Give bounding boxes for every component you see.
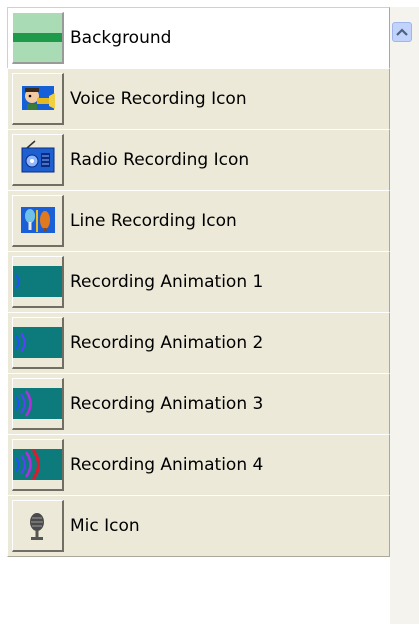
voice-recording-icon	[12, 73, 64, 125]
list-item-label: Line Recording Icon	[70, 211, 237, 231]
scroll-up-button[interactable]	[392, 22, 412, 42]
list-item-recording-animation-3[interactable]: Recording Animation 3	[7, 373, 390, 435]
list-item-recording-animation-4[interactable]: Recording Animation 4	[7, 434, 390, 496]
recording-animation-3-icon	[12, 378, 64, 430]
radio-recording-icon	[12, 134, 64, 186]
vertical-scrollbar[interactable]	[390, 7, 419, 624]
mic-icon	[12, 500, 64, 552]
list-item-label: Recording Animation 1	[70, 272, 264, 292]
list-item-recording-animation-1[interactable]: Recording Animation 1	[7, 251, 390, 313]
list-item-label: Recording Animation 4	[70, 455, 264, 475]
list-item-radio-recording-icon[interactable]: Radio Recording Icon	[7, 129, 390, 191]
line-recording-icon	[12, 195, 64, 247]
list-item-label: Recording Animation 2	[70, 333, 264, 353]
background-swatch-icon	[12, 12, 64, 64]
list-item-label: Background	[70, 28, 172, 48]
list-item-line-recording-icon[interactable]: Line Recording Icon	[7, 190, 390, 252]
list-item-label: Mic Icon	[70, 516, 140, 536]
list-item-label: Voice Recording Icon	[70, 89, 247, 109]
list-item-label: Radio Recording Icon	[70, 150, 250, 170]
recording-animation-4-icon	[12, 439, 64, 491]
list-item-background[interactable]: Background	[7, 7, 390, 69]
list-item-label: Recording Animation 3	[70, 394, 264, 414]
list-item-recording-animation-2[interactable]: Recording Animation 2	[7, 312, 390, 374]
recording-animation-2-icon	[12, 317, 64, 369]
recording-element-list: Background Voice Recording Icon Radio Re…	[7, 7, 390, 624]
list-item-voice-recording-icon[interactable]: Voice Recording Icon	[7, 68, 390, 130]
list-item-mic-icon[interactable]: Mic Icon	[7, 495, 390, 557]
recording-animation-1-icon	[12, 256, 64, 308]
